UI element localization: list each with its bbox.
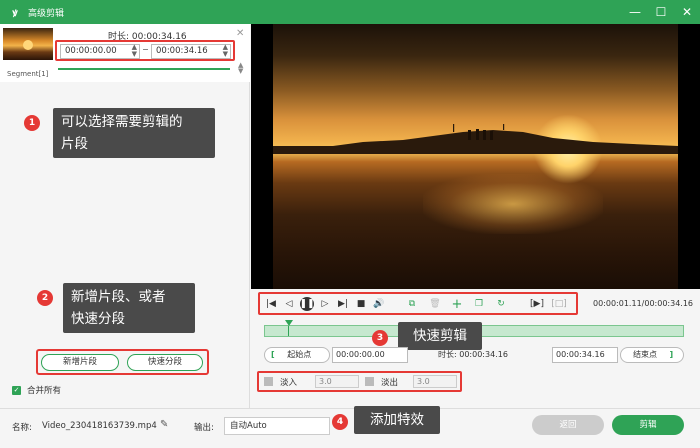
callout-add-split: 新增片段、或者 快速分段 <box>63 283 195 333</box>
end-point-input[interactable]: 00:00:34.16 <box>552 347 618 363</box>
callout-badge-2: 2 <box>37 290 53 306</box>
trim-duration: 时长: 00:00:34.16 <box>438 349 508 360</box>
callout-add-effects: 添加特效 <box>354 406 440 434</box>
start-point-button[interactable]: [ 起始点 <box>264 347 330 363</box>
back-button[interactable]: 返回 <box>532 415 604 435</box>
fade-in-checkbox[interactable] <box>264 377 273 386</box>
fade-in-value: 3.0 <box>319 377 332 386</box>
callout-badge-1: 1 <box>24 115 40 131</box>
fade-out-checkbox[interactable] <box>365 377 374 386</box>
file-name-label: 名称: <box>12 423 32 433</box>
set-mark-out-icon[interactable]: [□] <box>551 297 567 311</box>
edit-button[interactable]: 剪辑 <box>612 415 684 435</box>
go-to-end-icon[interactable]: ▶| <box>336 297 350 311</box>
bottom-bar: 名称: Video_230418163739.mp4 ✎ 输出: 自动Auto … <box>0 406 700 448</box>
fade-in-label: 淡入 <box>280 378 298 388</box>
window-title: 高级剪辑 <box>28 8 65 19</box>
bracket-left-icon: [ <box>271 350 275 359</box>
segment-actions: 新增片段 快速分段 <box>36 349 209 375</box>
fade-out-value: 3.0 <box>417 377 430 386</box>
playback-time: 00:00:01.11/00:00:34.16 <box>593 299 693 308</box>
add-segment-button[interactable]: 新增片段 <box>41 354 119 371</box>
trim-duration-value: 00:00:34.16 <box>459 350 508 359</box>
quick-edit-controls: |◀ ◁ ❚❚ ▷ ▶| ■ 🔊 ⧉ 🗑 + ❐ ↻ [▶] [□] <box>258 292 578 315</box>
segment-thumbnail <box>3 28 53 60</box>
playhead-line <box>288 326 289 336</box>
water-reflection <box>423 174 603 234</box>
next-frame-icon[interactable]: ▷ <box>318 297 332 311</box>
volume-icon[interactable]: 🔊 <box>372 297 386 311</box>
start-point-input[interactable]: 00:00:00.00 <box>332 347 408 363</box>
callout-select-segment: 可以选择需要剪辑的 片段 <box>53 108 215 158</box>
trim-controls: [ 起始点 00:00:00.00 时长: 00:00:34.16 00:00:… <box>264 347 684 363</box>
set-mark-in-icon[interactable]: [▶] <box>530 297 544 311</box>
reset-icon[interactable]: ↻ <box>494 297 508 311</box>
trim-duration-label: 时长: <box>438 350 457 359</box>
fade-effects: 淡入 3.0 淡出 3.0 <box>257 371 462 392</box>
app-logo-icon: ꝟ <box>12 8 18 19</box>
callout-2-line2: 快速分段 <box>71 311 125 327</box>
segment-time-range: 00:00:00.00 ▲ ▼ 00:00:34.16 ▲ ▼ <box>55 40 235 61</box>
callout-quick-edit: 快速剪辑 <box>398 322 482 350</box>
split-icon[interactable]: ⧉ <box>405 297 419 311</box>
add-marker-icon[interactable]: + <box>450 297 464 312</box>
delete-icon[interactable]: 🗑 <box>428 297 442 311</box>
video-frame <box>273 24 678 289</box>
go-to-start-icon[interactable]: |◀ <box>264 297 278 311</box>
window-controls: — ☐ ✕ <box>622 0 700 24</box>
segment-card[interactable]: 时长: 00:00:34.16 ✕ 00:00:00.00 ▲ ▼ 00:00:3… <box>0 24 250 82</box>
output-select[interactable]: 自动Auto <box>224 417 330 435</box>
segment-panel: 时长: 00:00:34.16 ✕ 00:00:00.00 ▲ ▼ 00:00:3… <box>0 24 250 408</box>
minimize-button[interactable]: — <box>622 0 648 24</box>
segment-order-spinner-icon[interactable]: ▲ ▼ <box>238 62 243 75</box>
quick-split-button[interactable]: 快速分段 <box>127 354 203 371</box>
spinner-icon[interactable]: ▲ ▼ <box>132 44 137 58</box>
merge-all-option[interactable]: ✓ 合并所有 <box>12 384 61 396</box>
range-separator <box>143 49 148 50</box>
callout-1-line1: 可以选择需要剪辑的 <box>61 114 183 130</box>
start-point-label: 起始点 <box>287 350 312 359</box>
segment-start-input[interactable]: 00:00:00.00 ▲ ▼ <box>60 44 140 59</box>
bracket-right-icon: ] <box>669 350 674 359</box>
horizon-silhouette <box>273 124 678 154</box>
title-bar: ꝟ 高级剪辑 — ☐ ✕ <box>0 0 700 24</box>
stop-icon[interactable]: ■ <box>354 297 368 311</box>
segment-end-value: 00:00:34.16 <box>156 46 208 56</box>
merge-all-checkbox[interactable]: ✓ <box>12 385 21 395</box>
merge-all-label: 合并所有 <box>27 386 62 396</box>
player-toolbar: |◀ ◁ ❚❚ ▷ ▶| ■ 🔊 ⧉ 🗑 + ❐ ↻ [▶] [□] 00:00… <box>251 289 700 321</box>
segment-start-value: 00:00:00.00 <box>65 46 117 56</box>
end-point-button[interactable]: 结束点 ] <box>620 347 684 363</box>
end-point-value: 00:00:34.16 <box>556 350 605 359</box>
fade-out-input[interactable]: 3.0 <box>413 375 457 388</box>
end-point-label: 结束点 <box>633 350 657 359</box>
spinner-icon[interactable]: ▲ ▼ <box>223 44 228 58</box>
delete-segment-icon[interactable]: ✕ <box>236 28 244 39</box>
segment-name: Segment[1] <box>7 70 49 78</box>
start-point-value: 00:00:00.00 <box>336 350 385 359</box>
fade-in-input[interactable]: 3.0 <box>315 375 359 388</box>
callout-badge-3: 3 <box>372 330 388 346</box>
callout-1-line2: 片段 <box>61 136 88 152</box>
callout-2-line1: 新增片段、或者 <box>71 289 166 305</box>
copy-icon[interactable]: ❐ <box>472 297 486 311</box>
callout-badge-4: 4 <box>332 414 348 430</box>
playhead-icon[interactable] <box>285 320 293 326</box>
file-name-value: Video_230418163739.mp4 <box>42 421 157 431</box>
video-preview[interactable] <box>251 24 700 289</box>
pause-icon[interactable]: ❚❚ <box>299 297 315 311</box>
maximize-button[interactable]: ☐ <box>648 0 674 24</box>
segment-end-input[interactable]: 00:00:34.16 ▲ ▼ <box>151 44 231 59</box>
fade-out-label: 淡出 <box>381 378 399 388</box>
output-label: 输出: <box>194 423 214 433</box>
rename-pencil-icon[interactable]: ✎ <box>160 419 168 430</box>
close-window-button[interactable]: ✕ <box>674 0 700 24</box>
segment-progress-bar <box>58 68 230 70</box>
previous-frame-icon[interactable]: ◁ <box>282 297 296 311</box>
